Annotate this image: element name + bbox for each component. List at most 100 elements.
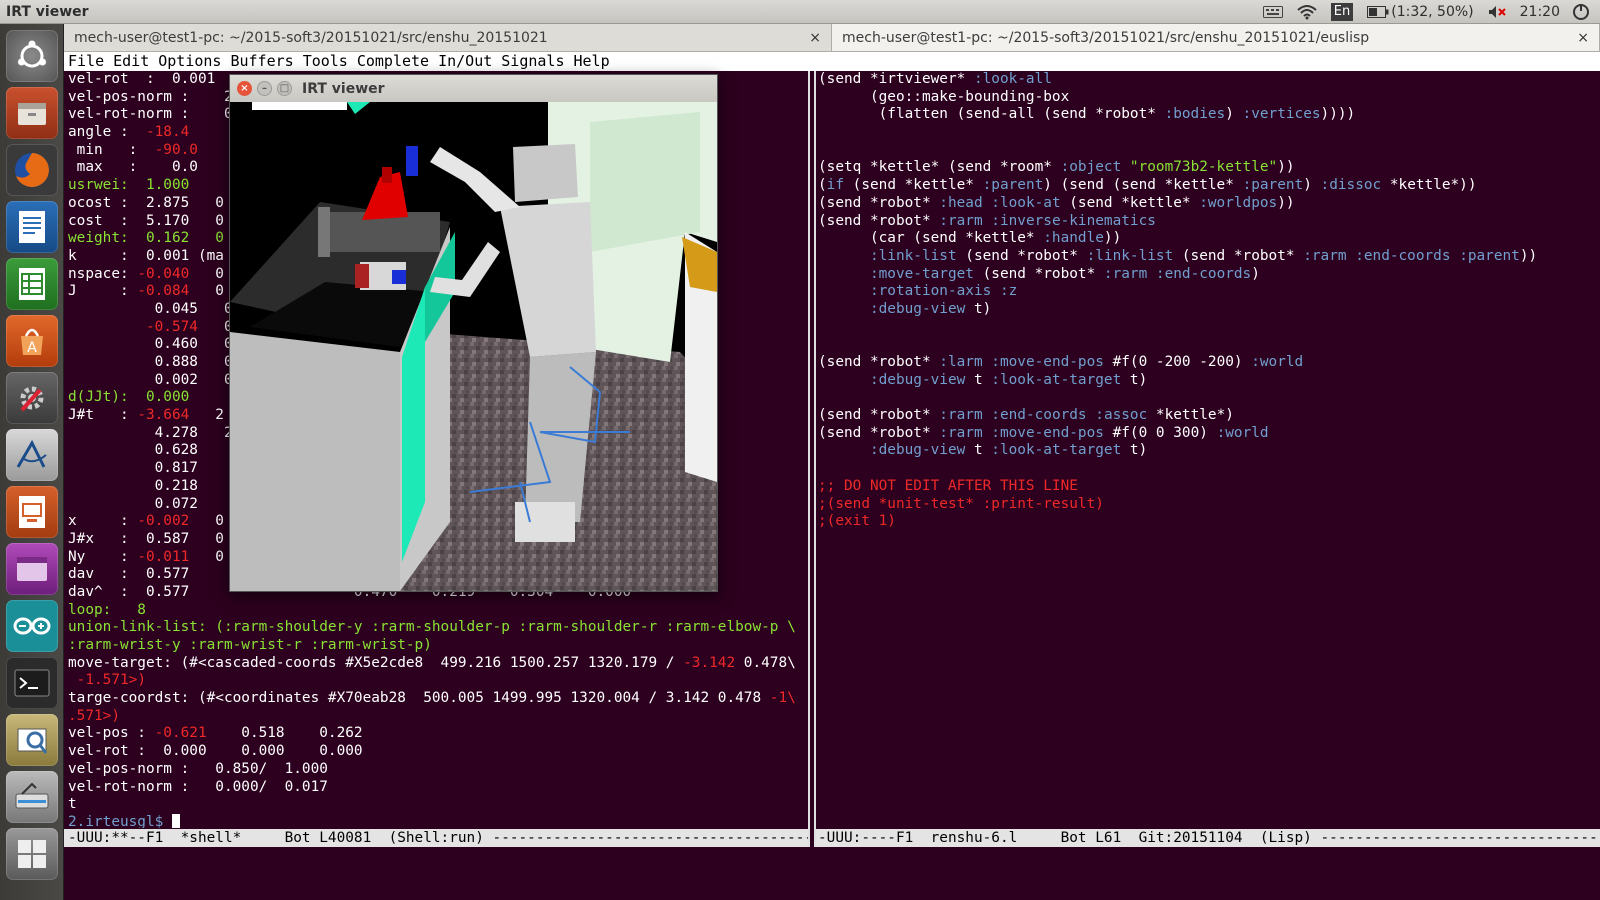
shell-line-segment: vel-pos-norm : 0.850/ 1.000 [68,760,328,777]
shell-line: t [68,796,808,814]
shell-line-segment: 2 [189,407,224,424]
calc-icon[interactable] [6,258,58,310]
code-line-segment: (car (send *kettle* [818,230,1044,247]
maximize-window-icon[interactable]: □ [277,81,292,96]
code-line-segment: #f(0 0 300) [1103,424,1217,441]
texmaker-icon[interactable] [6,429,58,481]
code-line-segment [818,266,870,282]
minibuffer[interactable] [64,847,1600,900]
irt-viewer-window[interactable]: × – □ IRT viewer [229,74,718,592]
source-buffer[interactable]: (send *irtviewer* :look-all (geo::make-b… [816,71,1600,828]
keyboard-icon[interactable] [1262,5,1283,18]
code-line-segment: :world [1216,424,1269,441]
battery-indicator[interactable]: (1:32, 50%) [1367,3,1474,20]
terminal-tab-1[interactable]: mech-user@test1-pc: ~/2015-soft3/2015102… [64,24,832,51]
system-settings-launcher-icon[interactable] [6,372,58,424]
code-line: :debug-view t) [818,301,1600,319]
shell-line-segment: 0 [189,265,224,282]
software-center-icon[interactable]: A [6,315,58,367]
code-line-segment: ) [1251,265,1260,282]
arduino-icon[interactable] [6,600,58,652]
menu-tools[interactable]: Tools [303,52,348,71]
code-line-segment [983,425,992,441]
code-line-segment [818,442,870,458]
shell-line-segment: vel-rot-norm : 0 [68,106,233,123]
code-line-segment: (send *robot* [973,265,1104,282]
shell-line-segment: targe-coordst: (#<coordinates #X70eab28 … [68,690,770,707]
code-line-segment: ;(exit 1) [818,513,896,530]
code-line-segment: :debug-view [869,442,966,459]
code-line-segment [983,213,992,229]
clock[interactable]: 21:20 [1520,4,1560,20]
shell-line-segment: cost : 5.170 0 [68,212,224,229]
shell-line-segment: -0.574 [145,318,198,335]
menu-buffers[interactable]: Buffers [230,52,293,71]
image-viewer-icon[interactable] [6,714,58,766]
active-window-title: IRT viewer [6,3,89,20]
menu-edit[interactable]: Edit [113,52,149,71]
robot-3d-scene[interactable] [230,102,717,591]
code-line-segment: ( [818,177,827,194]
purple-app-icon[interactable] [6,543,58,595]
minimize-window-icon[interactable]: – [257,81,272,96]
code-line-segment: :rarm [1103,265,1148,282]
ubuntu-dash-icon[interactable] [6,30,58,82]
shell-line: :rarm-wrist-y :rarm-wrist-r :rarm-wrist-… [68,637,808,655]
code-line-segment: "room73b2-kettle" [1129,159,1278,176]
files-icon[interactable] [6,87,58,139]
code-line-segment [818,283,870,299]
shell-line-segment: ocost : 2.875 0 [68,194,224,211]
shell-line: 2.irteusgl$ [68,814,808,828]
irt-viewer-titlebar[interactable]: × – □ IRT viewer [230,75,717,102]
shell-line-segment: vel-rot-norm : 0.000/ 0.017 [68,778,328,795]
scanner-icon[interactable] [6,771,58,823]
input-language-indicator[interactable]: En [1330,2,1354,21]
shell-line-segment: max : 0.0 [68,159,198,176]
code-line-segment [1147,266,1156,282]
code-line: (geo::make-bounding-box [818,89,1600,107]
menu-help[interactable]: Help [574,52,610,71]
battery-status: (1:32, 50%) [1391,3,1474,20]
close-icon[interactable]: × [1577,30,1589,46]
terminal-tab-2[interactable]: mech-user@test1-pc: ~/2015-soft3/2015102… [832,24,1600,51]
close-icon[interactable]: × [809,30,821,46]
menu-complete[interactable]: Complete [357,52,429,71]
shell-line-segment: 0.817 [68,460,224,477]
code-line-segment: (send *kettle* [1060,194,1200,211]
code-line-segment: :dissoc [1320,177,1382,194]
workspace-switcher-icon[interactable] [6,828,58,880]
impress-icon[interactable] [6,486,58,538]
code-line-segment: t) [1121,442,1148,459]
launcher: A [0,24,64,900]
shell-line-segment: -3.142 [683,654,736,671]
code-line-segment: )) [1519,247,1538,264]
shell-line: union-link-list: (:rarm-shoulder-y :rarm… [68,619,808,637]
menu-options[interactable]: Options [158,52,221,71]
shell-line-segment: vel-pos : [68,725,155,742]
code-line-segment [983,407,992,423]
menu-signals[interactable]: Signals [501,52,564,71]
menu-inout[interactable]: In/Out [438,52,492,71]
code-line-segment: (send *robot* [818,424,940,441]
writer-icon[interactable] [6,201,58,253]
code-line-segment: :assoc [1095,407,1148,424]
code-line-segment: :end-coords [991,407,1087,424]
volume-muted-icon[interactable] [1488,5,1506,19]
shell-line-segment: 0.045 0 [68,300,233,317]
code-line-segment [818,301,870,317]
shell-line-segment: .571>) [68,707,120,724]
system-settings-icon[interactable] [1572,3,1590,25]
code-line-segment: :rarm [939,212,983,229]
terminal-icon[interactable] [6,657,58,709]
firefox-icon[interactable] [6,144,58,196]
tab-label: mech-user@test1-pc: ~/2015-soft3/2015102… [842,29,1370,46]
close-window-icon[interactable]: × [237,81,252,96]
menu-file[interactable]: File [68,52,104,71]
window-divider[interactable] [808,71,816,847]
code-line-segment: :inverse-kinematics [991,212,1156,229]
wifi-icon[interactable] [1297,4,1317,20]
code-line-segment: :end-coords [1155,265,1252,282]
